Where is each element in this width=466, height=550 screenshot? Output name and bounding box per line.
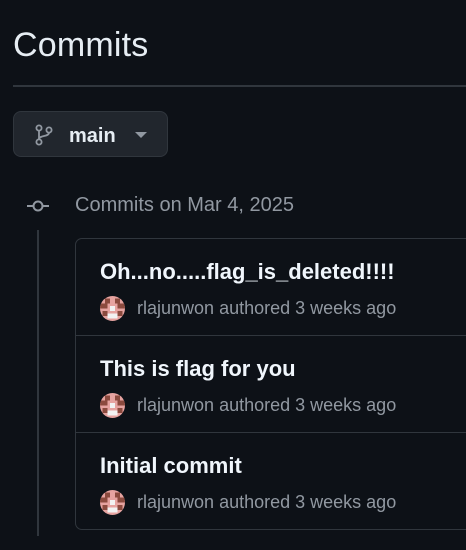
commit-row: Initial commit rlajunwon authored 3 week… xyxy=(76,433,466,529)
commit-group-heading: Commits on Mar 4, 2025 xyxy=(75,194,294,216)
title-divider xyxy=(13,85,466,87)
commit-action: authored xyxy=(219,394,291,415)
author-avatar[interactable] xyxy=(100,392,125,418)
author-avatar[interactable] xyxy=(100,295,125,321)
author-avatar[interactable] xyxy=(100,489,125,515)
commit-meta: rlajunwon authored 3 weeks ago xyxy=(100,295,396,321)
commit-title-link[interactable]: Oh...no.....flag_is_deleted!!!! xyxy=(100,259,395,285)
branch-name: main xyxy=(69,125,116,147)
commit-meta: rlajunwon authored 3 weeks ago xyxy=(100,392,396,418)
commit-row: This is flag for you rlajunwon authored xyxy=(76,336,466,433)
git-commit-icon xyxy=(27,200,49,212)
triangle-down-icon xyxy=(135,132,147,138)
commit-action: authored xyxy=(219,491,291,512)
commit-row: Oh...no.....flag_is_deleted!!!! rlajunwo… xyxy=(76,239,466,336)
commit-action: authored xyxy=(219,297,291,318)
page-title: Commits xyxy=(13,26,149,64)
commits-page: Commits main Commits on Mar 4, 2025 Oh..… xyxy=(0,0,466,550)
commit-author-link[interactable]: rlajunwon xyxy=(137,492,214,513)
commit-author-link[interactable]: rlajunwon xyxy=(137,298,214,319)
git-branch-icon xyxy=(35,124,53,146)
commit-title-link[interactable]: Initial commit xyxy=(100,453,242,479)
commit-meta: rlajunwon authored 3 weeks ago xyxy=(100,489,396,515)
commit-time: 3 weeks ago xyxy=(295,394,397,415)
commit-author-link[interactable]: rlajunwon xyxy=(137,395,214,416)
commit-time: 3 weeks ago xyxy=(295,297,397,318)
timeline-line xyxy=(37,230,39,536)
commit-time: 3 weeks ago xyxy=(295,491,397,512)
commit-list: Oh...no.....flag_is_deleted!!!! rlajunwo… xyxy=(75,238,466,530)
branch-selector-button[interactable]: main xyxy=(13,111,168,157)
commit-title-link[interactable]: This is flag for you xyxy=(100,356,296,382)
